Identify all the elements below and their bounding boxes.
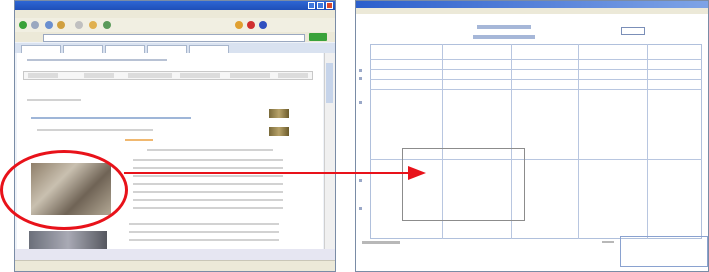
form-footer-label [602,241,614,243]
side-thumbnail[interactable] [269,109,289,118]
edit-icon[interactable] [259,21,267,29]
row-marker [359,101,362,104]
print-icon[interactable] [247,21,255,29]
grid-column-line [578,44,579,239]
search-icon[interactable] [75,21,83,29]
row-marker [359,207,362,210]
grid-column-line [647,44,648,239]
red-arrow-shaft [124,172,412,174]
nav-item[interactable] [28,73,58,78]
body-text-line [129,223,279,225]
left-toolbar [15,18,335,33]
refresh-icon[interactable] [45,21,53,29]
article-meta [147,149,273,151]
nav-item[interactable] [278,73,308,78]
form-small-field[interactable] [621,27,645,35]
site-logo [27,59,167,61]
history-icon[interactable] [103,21,111,29]
site-tab[interactable] [63,45,103,53]
home-icon[interactable] [57,21,65,29]
mail-icon[interactable] [235,21,243,29]
site-tab[interactable] [189,45,229,53]
body-text-line [129,239,279,241]
article-photo-second[interactable] [29,231,107,249]
body-text-line [133,199,283,201]
row-marker [359,179,362,182]
right-window-toolbar [356,8,708,14]
form-heading [473,23,535,45]
article-subtitle [37,129,153,131]
form-footer-box [620,236,708,267]
forward-icon[interactable] [31,21,39,29]
body-text-line [133,159,283,161]
photo-placement-box [402,148,525,221]
site-tab[interactable] [105,45,145,53]
site-tab-row [15,43,335,53]
nav-item[interactable] [128,73,172,78]
row-marker [359,77,362,80]
maximize-icon[interactable] [317,2,324,9]
status-bar [15,260,335,271]
body-text-line [133,175,283,177]
address-input[interactable] [43,34,305,42]
address-bar [15,32,335,42]
grid-row-line [370,69,702,70]
nav-item[interactable] [84,73,114,78]
left-window-titlebar [15,1,335,10]
vertical-scrollbar[interactable] [324,53,335,249]
favorites-icon[interactable] [89,21,97,29]
nav-item[interactable] [230,73,270,78]
grid-row-line [370,89,702,90]
side-thumbnail[interactable] [269,127,289,136]
grid-row-line [370,59,702,60]
body-text-line [129,231,279,233]
nav-item[interactable] [180,73,220,78]
article-badge [125,139,153,141]
left-browser-screenshot [14,0,336,272]
minimize-icon[interactable] [308,2,315,9]
close-icon[interactable] [326,2,333,9]
body-text-line [133,183,283,185]
back-icon[interactable] [19,21,27,29]
right-window-titlebar [356,1,708,8]
body-text-line [133,167,283,169]
body-text-line [133,207,283,209]
section-heading [27,99,81,101]
article-title[interactable] [31,117,191,119]
row-marker [359,69,362,72]
body-text-line [133,191,283,193]
right-form-screenshot [355,0,709,272]
form-footer-note [362,241,400,244]
site-navbar [23,71,313,80]
form-heading-line [473,35,535,39]
red-highlight-ellipse [0,150,128,230]
left-menubar [15,10,335,18]
form-heading-line [477,25,531,29]
site-tab[interactable] [21,45,61,53]
red-arrow-head-icon [408,166,426,180]
go-button[interactable] [309,33,327,41]
scrollbar-thumb[interactable] [326,63,333,103]
grid-row-line [370,79,702,80]
site-tab[interactable] [147,45,187,53]
